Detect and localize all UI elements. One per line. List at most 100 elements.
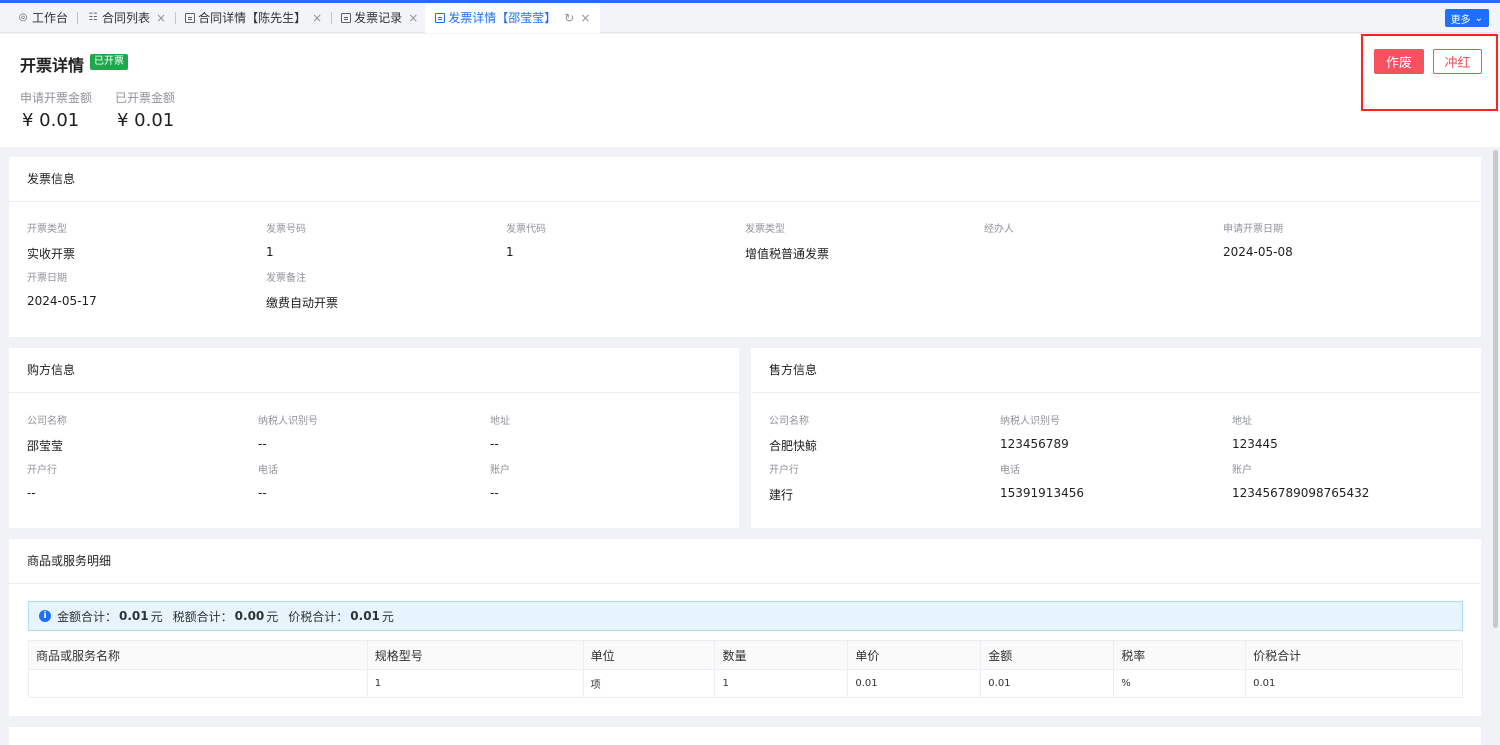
document-icon (185, 12, 196, 23)
field-seller-company: 公司名称 合肥快鲸 (769, 412, 817, 454)
field-value: -- (490, 486, 499, 500)
field-label: 账户 (490, 465, 510, 476)
field-value: -- (490, 437, 499, 451)
table-cell: 项 (582, 669, 716, 698)
field-value: 123456789 (1000, 437, 1069, 451)
tab-label: 合同列表 (102, 11, 151, 25)
document-icon (341, 12, 352, 23)
table-cell: 0.01 (847, 669, 982, 698)
table-row: 1 项 1 0.01 0.01 % 0.01 (28, 669, 1463, 698)
field-label: 开票类型 (27, 224, 67, 235)
field-label: 账户 (1232, 465, 1252, 476)
invoice-info-card: 发票信息 开票类型 实收开票 发票号码 1 发票代码 1 发票类型 增值税普通发… (9, 157, 1481, 337)
document-icon (435, 12, 446, 23)
list-icon: ☷ (88, 11, 98, 23)
items-card: 商品或服务明细 i 金额合计： 0.01 元 税额合计： 0.00 元 价税合计… (9, 539, 1481, 716)
tab-contract-list[interactable]: ☷ 合同列表 × (80, 3, 173, 33)
info-icon: i (39, 610, 51, 622)
totals-summary: i 金额合计： 0.01 元 税额合计： 0.00 元 价税合计： 0.01 元 (28, 601, 1463, 631)
field-label: 申请开票日期 (1223, 224, 1283, 235)
tab-divider (77, 11, 79, 24)
field-value: 123456789098765432 (1232, 486, 1370, 500)
close-icon[interactable]: × (580, 11, 590, 25)
grand-total-value: 0.01 (350, 609, 380, 623)
field-seller-address: 地址 123445 (1232, 412, 1278, 451)
field-label: 公司名称 (27, 416, 67, 427)
tab-label: 发票记录 (354, 11, 403, 25)
field-buyer-tax-id: 纳税人识别号 -- (258, 412, 318, 451)
column-header: 单价 (847, 640, 982, 670)
status-badge: 已开票 (90, 54, 128, 70)
field-seller-tax-id: 纳税人识别号 123456789 (1000, 412, 1069, 451)
field-seller-bank: 开户行 建行 (769, 461, 799, 503)
field-value: 15391913456 (1000, 486, 1084, 500)
column-header: 税率 (1113, 640, 1247, 670)
field-buyer-bank: 开户行 -- (27, 461, 57, 500)
tax-total-label: 税额合计： (172, 609, 233, 624)
table-cell: % (1113, 669, 1247, 698)
field-value: 1 (506, 245, 514, 259)
field-issue-type: 开票类型 实收开票 (27, 220, 75, 262)
issued-amount-value: ¥ 0.01 (117, 110, 175, 131)
table-cell: 0.01 (1245, 669, 1463, 698)
column-header: 数量 (714, 640, 849, 670)
field-seller-account: 账户 123456789098765432 (1232, 461, 1369, 500)
amount-total-label: 金额合计： (57, 609, 118, 624)
unit-label: 元 (266, 609, 279, 624)
tab-bar: ◎ 工作台 ☷ 合同列表 × 合同详情【陈先生】 × 发票记录 × 发票详情【邵… (0, 2, 1500, 33)
field-apply-date: 申请开票日期 2024-05-08 (1223, 220, 1293, 259)
column-header: 金额 (980, 640, 1115, 670)
scrollbar[interactable] (1493, 150, 1498, 628)
field-label: 电话 (258, 465, 278, 476)
tab-workbench[interactable]: ◎ 工作台 (0, 3, 75, 33)
page-title: 开票详情 (20, 56, 85, 75)
field-value: 1 (266, 245, 274, 259)
seller-info-card: 售方信息 公司名称 合肥快鲸 纳税人识别号 123456789 地址 12344… (751, 348, 1481, 528)
refresh-icon[interactable]: ↻ (564, 11, 574, 25)
tab-invoice-records[interactable]: 发票记录 × (334, 3, 425, 33)
field-value: 2024-05-08 (1223, 245, 1293, 259)
field-label: 电话 (1000, 465, 1020, 476)
items-table: 商品或服务名称 规格型号 单位 数量 单价 金额 税率 价税合计 1 项 1 0… (28, 640, 1463, 698)
table-cell: 1 (366, 669, 584, 698)
field-label: 纳税人识别号 (1000, 416, 1060, 427)
grand-total-label: 价税合计： (288, 609, 349, 624)
field-label: 发票代码 (506, 224, 546, 235)
void-button[interactable]: 作废 (1374, 49, 1424, 74)
apply-amount-value: ¥ 0.01 (22, 110, 80, 131)
tab-label: 发票详情【邵莹莹】 (448, 11, 557, 25)
field-issue-date: 开票日期 2024-05-17 (27, 269, 97, 308)
card-title: 购方信息 (9, 348, 739, 393)
card-title: 商品或服务明细 (9, 539, 1481, 584)
column-header: 价税合计 (1245, 640, 1463, 670)
field-buyer-address: 地址 -- (490, 412, 510, 451)
more-label: 更多 (1450, 14, 1471, 26)
table-cell (28, 669, 368, 698)
tab-invoice-detail[interactable]: 发票详情【邵莹莹】 ↻ × (425, 2, 601, 33)
red-flush-button[interactable]: 冲红 (1433, 49, 1482, 74)
amount-total-value: 0.01 (119, 609, 149, 623)
close-icon[interactable]: × (408, 11, 418, 25)
field-invoice-code: 发票代码 1 (506, 220, 546, 259)
close-icon[interactable]: × (156, 11, 166, 25)
unit-label: 元 (150, 609, 163, 624)
tab-label: 合同详情【陈先生】 (198, 11, 307, 25)
field-value: 123445 (1232, 437, 1278, 451)
field-label: 地址 (1232, 416, 1252, 427)
field-handler: 经办人 (984, 220, 1014, 245)
field-value: 建行 (769, 488, 794, 502)
field-label: 纳税人识别号 (258, 416, 318, 427)
field-label: 发票号码 (266, 224, 306, 235)
field-label: 公司名称 (769, 416, 809, 427)
field-value: 2024-05-17 (27, 294, 97, 308)
field-value: -- (258, 486, 267, 500)
card-title: 售方信息 (751, 348, 1481, 393)
field-invoice-remark: 发票备注 缴费自动开票 (266, 269, 338, 311)
issued-amount-label: 已开票金额 (115, 91, 176, 105)
buyer-info-card: 购方信息 公司名称 邵莹莹 纳税人识别号 -- 地址 -- 开户行 -- 电话 … (9, 348, 739, 528)
more-button[interactable]: 更多 ⌄ (1444, 9, 1489, 27)
tab-contract-detail[interactable]: 合同详情【陈先生】 × (178, 3, 329, 33)
field-value: -- (27, 486, 36, 500)
column-header: 规格型号 (366, 640, 584, 670)
close-icon[interactable]: × (312, 11, 322, 25)
